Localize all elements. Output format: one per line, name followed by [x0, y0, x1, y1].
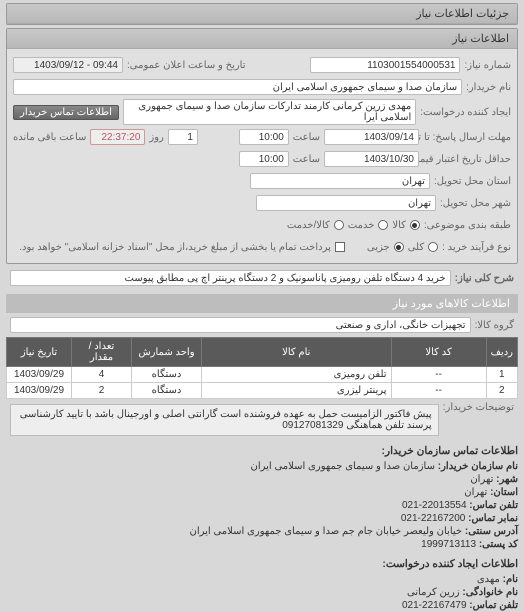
buyer-name: سازمان صدا و سیمای جمهوری اسلامی ایران	[13, 79, 462, 95]
buyer-name-label: نام خریدار:	[466, 82, 511, 93]
announce-value: 09:44 - 1403/09/12	[13, 57, 123, 73]
opt-merch: کالا	[392, 220, 406, 231]
col-unit: واحد شمارش	[132, 338, 202, 367]
deadline-time: 10:00	[239, 129, 289, 145]
province-value: تهران	[250, 173, 430, 189]
col-date: تاریخ نیاز	[7, 338, 72, 367]
radio-part[interactable]	[394, 242, 404, 252]
col-code: کد کالا	[391, 338, 486, 367]
valid-date: 1403/10/30	[324, 151, 419, 167]
province-label: استان محل تحویل:	[434, 176, 511, 187]
days-label: روز	[149, 132, 164, 143]
contact-creator-section: اطلاعات ایجاد کننده درخواست: نام: مهدی ن…	[6, 555, 518, 612]
radio-both[interactable]	[334, 220, 344, 230]
table-row: 1 -- تلفن رومیزی دستگاه 4 1403/09/29	[7, 367, 518, 383]
check-treasury[interactable]	[335, 242, 345, 252]
goods-table: ردیف کد کالا نام کالا واحد شمارش تعداد /…	[6, 337, 518, 399]
goods-header: اطلاعات کالاهای مورد نیاز	[6, 294, 518, 313]
remain-label: ساعت باقی مانده	[13, 132, 86, 143]
desc-label: شرح کلی نیاز:	[455, 273, 514, 284]
valid-label: حداقل تاریخ اعتبار قیمت: تا تاریخ:	[423, 154, 511, 165]
col-qty: تعداد / مقدار	[72, 338, 132, 367]
col-name: نام کالا	[202, 338, 392, 367]
panel-header: جزئیات اطلاعات نیاز	[7, 4, 517, 24]
city-value: تهران	[256, 195, 436, 211]
priority-label: طبقه بندی موضوعی:	[424, 220, 511, 231]
table-row: 2 -- پرینتر لیزری دستگاه 2 1403/09/29	[7, 383, 518, 399]
group-value: تجهیزات خانگی، اداری و صنعتی	[10, 317, 471, 333]
deadline-label: مهلت ارسال پاسخ: تا تاریخ:	[423, 132, 511, 143]
contact-buyer-button[interactable]: اطلاعات تماس خریدار	[13, 105, 119, 120]
buyer-note-label: توضیحات خریدار:	[443, 402, 514, 413]
remain-value: 22:37:20	[90, 129, 145, 145]
info-header: اطلاعات نیاز	[7, 29, 517, 49]
radio-service[interactable]	[378, 220, 388, 230]
opt2-label: نوع فرآیند خرید :	[442, 242, 511, 253]
opt2-note: پرداخت تمام یا بخشی از مبلغ خرید،از محل …	[19, 242, 331, 253]
buyer-note: پیش فاکتور الزامیست حمل به عهده فروشنده …	[10, 404, 439, 436]
desc-value: خرید 4 دستگاه تلفن رومیزی پاناسونیک و 2 …	[10, 270, 451, 286]
valid-time: 10:00	[239, 151, 289, 167]
radio-all[interactable]	[428, 242, 438, 252]
opt-both: کالا/خدمت	[287, 220, 330, 231]
main-panel: جزئیات اطلاعات نیاز	[6, 3, 518, 25]
contact-org-section: اطلاعات تماس سازمان خریدار: نام سازمان خ…	[6, 442, 518, 551]
creator-label: ایجاد کننده درخواست:	[420, 107, 511, 118]
req-no: 1103001554000531	[310, 57, 460, 73]
deadline-date: 1403/09/14	[324, 129, 419, 145]
radio-merchandise[interactable]	[410, 220, 420, 230]
req-no-label: شماره نیاز:	[464, 60, 511, 71]
contact-creator-header: اطلاعات ایجاد کننده درخواست:	[6, 555, 518, 573]
contact-org-header: اطلاعات تماس سازمان خریدار:	[6, 442, 518, 460]
creator-value: مهدی زرین کرمانی کارمند تدارکات سازمان ص…	[123, 99, 416, 125]
opt-serv: خدمت	[348, 220, 375, 231]
time-label-1: ساعت	[293, 132, 320, 143]
col-idx: ردیف	[486, 338, 517, 367]
info-panel: اطلاعات نیاز شماره نیاز: 110300155400053…	[6, 28, 518, 264]
days-value: 1	[168, 129, 198, 145]
group-label: گروه کالا:	[475, 320, 514, 331]
announce-label: تاریخ و ساعت اعلان عمومی:	[127, 60, 246, 71]
time-label-2: ساعت	[293, 154, 320, 165]
city-label: شهر محل تحویل:	[440, 198, 511, 209]
opt2-all: کلی	[408, 242, 424, 253]
opt2-part: جزیی	[367, 242, 390, 253]
